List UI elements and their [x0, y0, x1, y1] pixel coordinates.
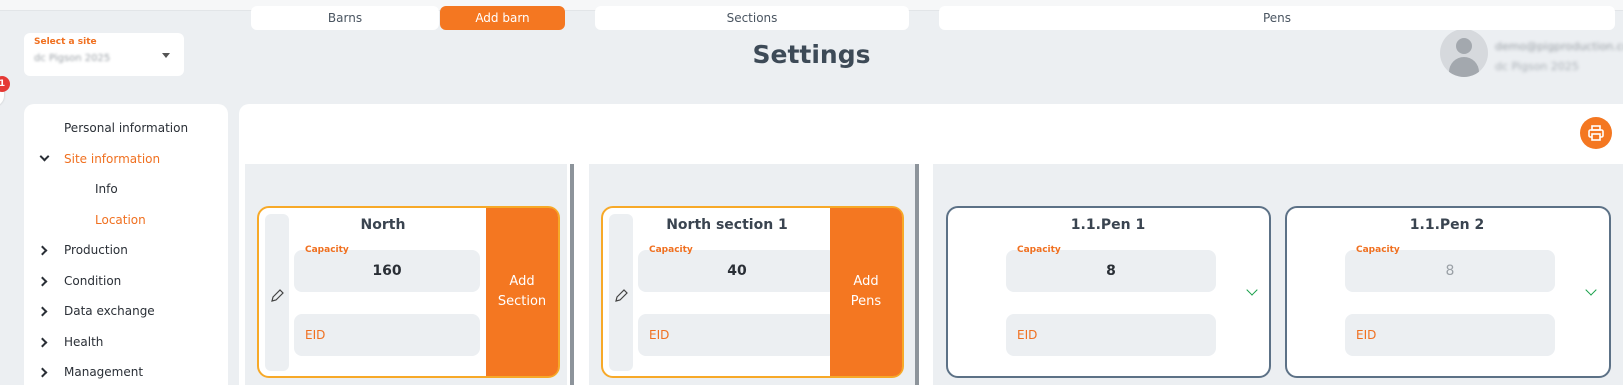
- capacity-field[interactable]: Capacity 160: [294, 245, 480, 292]
- column-divider[interactable]: [915, 164, 919, 385]
- capacity-label: Capacity: [1017, 245, 1061, 255]
- eid-label: EID: [649, 328, 670, 342]
- sidebar-item-label: Data exchange: [64, 304, 155, 318]
- capacity-value: 40: [727, 263, 747, 279]
- barn-title: North: [360, 217, 406, 233]
- sidebar-item-label: Info: [95, 182, 118, 196]
- capacity-value: 8: [1445, 263, 1455, 279]
- add-pens-line2: Pens: [850, 294, 882, 309]
- eid-label: EID: [1017, 328, 1038, 342]
- pencil-icon[interactable]: [613, 288, 629, 304]
- sidebar-item-data-exchange[interactable]: Data exchange: [24, 296, 228, 327]
- chevron-down-icon[interactable]: [1246, 284, 1258, 296]
- capacity-field[interactable]: Capacity 8: [1345, 245, 1555, 292]
- notification-badge: 1: [0, 76, 10, 92]
- avatar-body: [1449, 57, 1479, 77]
- pens-header: Pens: [939, 6, 1615, 30]
- capacity-label: Capacity: [649, 245, 693, 255]
- capacity-value: 160: [372, 263, 402, 279]
- add-pens-button[interactable]: Add Pens: [830, 208, 902, 376]
- sidebar-item-label: Condition: [64, 273, 122, 288]
- section-title: North section 1: [666, 217, 788, 233]
- add-barn-button[interactable]: Add barn: [440, 6, 565, 30]
- page-title: Settings: [752, 40, 871, 69]
- barns-header: Barns: [251, 6, 439, 30]
- sidebar-item-personal-information[interactable]: Personal information: [24, 113, 228, 144]
- sidebar-item-label: Health: [64, 334, 104, 349]
- section-card[interactable]: North section 1 Capacity 40 EID Add Pens: [601, 206, 904, 378]
- settings-sidebar: Personal information Site information In…: [24, 104, 228, 385]
- add-section-line1: Add: [509, 274, 535, 289]
- user-site: dc Pigson 2025: [1495, 60, 1579, 73]
- eid-field[interactable]: EID: [294, 314, 480, 356]
- capacity-label: Capacity: [305, 245, 349, 255]
- sidebar-item-info[interactable]: Info: [24, 174, 228, 205]
- chevron-right-icon: [37, 306, 48, 317]
- pen-title: 1.1.Pen 2: [1409, 217, 1485, 233]
- add-section-button[interactable]: Add Section: [486, 208, 558, 376]
- chevron-down-icon: [39, 151, 50, 161]
- chevron-down-icon[interactable]: [1585, 284, 1597, 296]
- capacity-field[interactable]: Capacity 40: [638, 245, 836, 292]
- sidebar-item-production[interactable]: Production: [24, 235, 228, 266]
- capacity-label: Capacity: [1356, 245, 1400, 255]
- eid-field[interactable]: EID: [638, 314, 836, 356]
- pen-card[interactable]: 1.1.Pen 2 Capacity 8 EID: [1285, 206, 1611, 378]
- eid-field[interactable]: EID: [1006, 314, 1216, 356]
- pen-card[interactable]: 1.1.Pen 1 Capacity 8 EID: [946, 206, 1271, 378]
- sidebar-item-condition[interactable]: Condition: [24, 266, 228, 297]
- chevron-right-icon: [37, 337, 48, 347]
- user-email: demo@pigproduction.com: [1495, 40, 1623, 53]
- chevron-right-icon: [37, 367, 48, 378]
- avatar-head: [1456, 38, 1472, 54]
- sidebar-item-label: Production: [64, 243, 128, 257]
- barn-card[interactable]: North Capacity 160 EID Add Section: [257, 206, 560, 378]
- chevron-right-icon: [37, 245, 48, 256]
- add-section-line2: Section: [497, 294, 547, 309]
- capacity-field[interactable]: Capacity 8: [1006, 245, 1216, 292]
- avatar[interactable]: [1440, 29, 1488, 77]
- eid-label: EID: [305, 328, 326, 342]
- pencil-icon[interactable]: [269, 288, 285, 304]
- sidebar-item-management[interactable]: Management: [24, 357, 228, 385]
- sidebar-item-label: Site information: [64, 151, 161, 166]
- eid-field[interactable]: EID: [1345, 314, 1555, 356]
- chevron-right-icon: [37, 276, 48, 286]
- sections-header: Sections: [595, 6, 909, 30]
- add-pens-line1: Add: [853, 274, 879, 289]
- capacity-value: 8: [1106, 263, 1116, 279]
- printer-icon: [1588, 125, 1604, 141]
- sidebar-item-health[interactable]: Health: [24, 327, 228, 358]
- pen-title: 1.1.Pen 1: [1070, 217, 1146, 233]
- column-divider[interactable]: [570, 164, 574, 385]
- print-button[interactable]: [1580, 117, 1612, 149]
- sidebar-item-site-information[interactable]: Site information: [24, 144, 228, 175]
- sidebar-item-label: Location: [95, 212, 146, 227]
- sidebar-item-label: Personal information: [64, 121, 189, 135]
- sidebar-item-label: Management: [64, 365, 144, 379]
- eid-label: EID: [1356, 328, 1377, 342]
- sidebar-item-location[interactable]: Location: [24, 205, 228, 236]
